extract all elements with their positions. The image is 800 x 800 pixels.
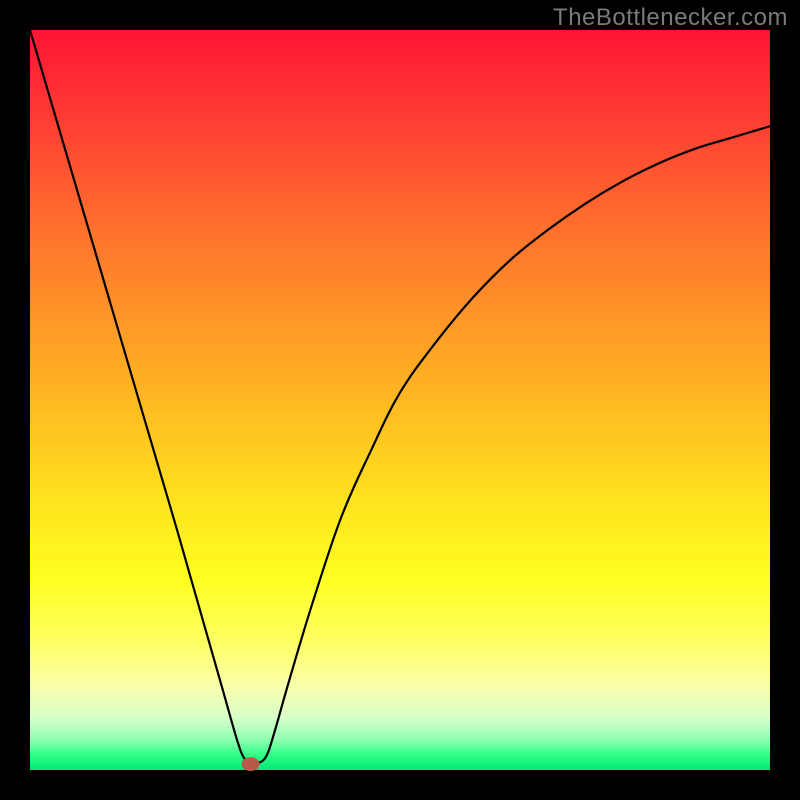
chart-frame: TheBottlenecker.com <box>0 0 800 800</box>
bottleneck-curve <box>30 30 770 763</box>
watermark-text: TheBottlenecker.com <box>553 4 788 32</box>
curve-layer <box>30 30 770 770</box>
minimum-marker <box>242 757 260 771</box>
plot-area <box>30 30 770 770</box>
